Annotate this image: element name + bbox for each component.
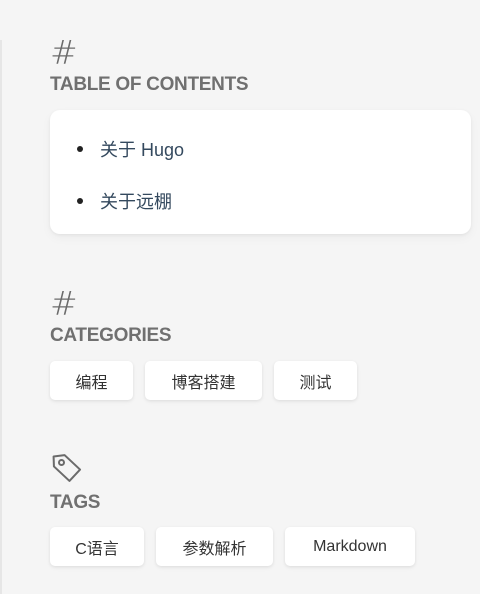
categories-widget-header: # CATEGORIES [50,284,172,347]
hash-icon: # [50,284,78,323]
toc-title: TABLE OF CONTENTS [50,74,249,95]
category-chip-biancheng[interactable]: 编程 [50,361,133,400]
tag-icon [52,454,82,482]
toc-link-hugo[interactable]: 关于 Hugo [77,136,184,162]
bullet-icon [77,198,83,204]
sidebar-widgets: # TABLE OF CONTENTS 关于 Hugo 关于远棚 # CATEG… [0,0,480,594]
toc-card: 关于 Hugo 关于远棚 [50,110,471,234]
category-list: 编程 博客搭建 测试 [50,361,369,400]
category-chip-blog-setup[interactable]: 博客搭建 [145,361,262,400]
sidebar-divider [0,40,2,594]
tag-chip-c-language[interactable]: C语言 [50,527,144,566]
tag-chip-arg-parsing[interactable]: 参数解析 [156,527,273,566]
tag-chip-markdown[interactable]: Markdown [285,527,415,566]
tag-list: C语言 参数解析 Markdown [50,527,427,566]
toc-link-yuanpeng[interactable]: 关于远棚 [77,188,172,214]
category-chip-test[interactable]: 测试 [274,361,357,400]
hash-icon: # [50,33,78,72]
toc-link-label: 关于 Hugo [100,140,185,160]
tags-title: TAGS [50,492,101,513]
tags-widget-header: TAGS [50,451,100,514]
bullet-icon [77,146,83,152]
categories-title: CATEGORIES [50,325,172,346]
toc-link-label: 关于远棚 [100,192,172,212]
toc-widget-header: # TABLE OF CONTENTS [50,33,249,96]
